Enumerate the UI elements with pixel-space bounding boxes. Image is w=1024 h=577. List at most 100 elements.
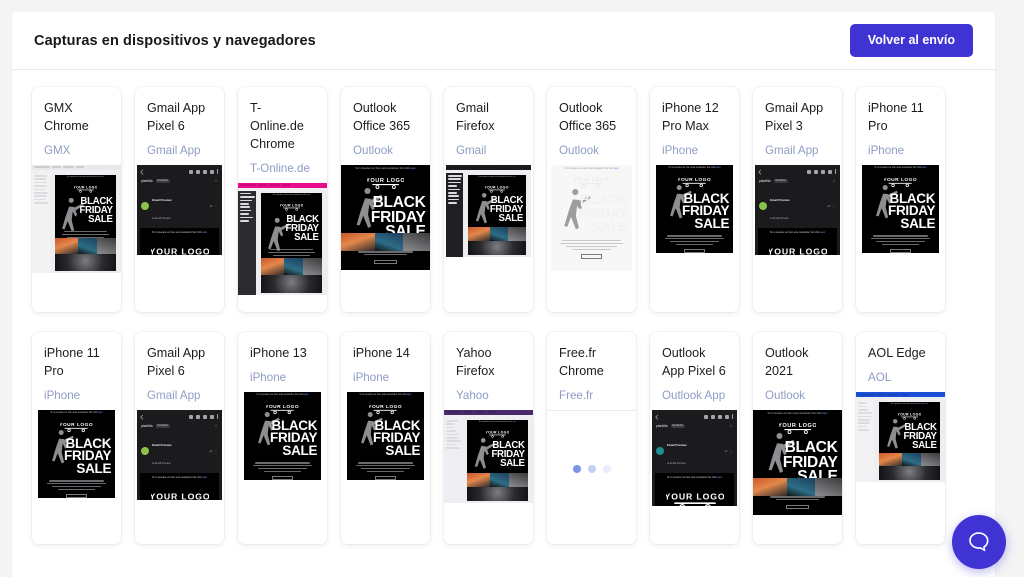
screenshot-preview-image: plantilla Recibidos ☆ Email Preview to Ema… (753, 165, 842, 255)
screenshot-card-client: T-Online.de (250, 161, 315, 177)
screenshot-preview-image: Si no puedes ver bien esta newsletter ha… (753, 410, 842, 515)
help-chat-widget-button[interactable] (952, 515, 1006, 569)
screenshot-preview-image: Si no puedes ver bien esta newsletter ha… (238, 183, 327, 295)
svg-text:YOUR LOGO: YOUR LOGO (280, 203, 303, 207)
screenshots-panel: Capturas en dispositivos y navegadores V… (12, 12, 995, 577)
screenshot-card[interactable]: iPhone 14 iPhone Si no puedes ver bien es… (341, 332, 430, 544)
screenshot-card-preview[interactable]: Si no puedes ver bien esta newsletter ha… (32, 165, 121, 312)
screenshot-card-title: Gmail Firefox (456, 100, 521, 136)
screenshot-card[interactable]: GMX Chrome GMX Si no puedes ver bien esta… (32, 87, 121, 312)
screenshot-card-title: T-Online.de Chrome (250, 100, 315, 154)
screenshot-preview-image: Si no puedes ver bien esta newsletter ha… (856, 392, 945, 482)
screenshot-card-preview[interactable] (547, 410, 636, 544)
screenshot-card-title: Yahoo Firefox (456, 345, 521, 381)
back-to-campaign-button[interactable]: Volver al envío (850, 24, 973, 57)
screenshot-card-preview[interactable]: Si no puedes ver bien esta newsletter ha… (856, 165, 945, 312)
screenshot-card-title: iPhone 12 Pro Max (662, 100, 727, 136)
screenshot-card-preview[interactable]: Si no puedes ver bien esta newsletter ha… (32, 410, 121, 544)
screenshot-card-header: iPhone 11 Pro iPhone (32, 332, 121, 410)
screenshot-card[interactable]: Gmail Firefox Gmail Si no puedes ver bien… (444, 87, 533, 312)
screenshot-card-preview[interactable]: plantilla Recibidos ☆ Email Preview to Ema… (135, 410, 224, 544)
screenshot-card-title: AOL Edge (868, 345, 933, 363)
screenshot-card-preview[interactable]: Si no puedes ver bien esta newsletter ha… (444, 165, 533, 312)
svg-text:YOUR LOGO: YOUR LOGO (74, 185, 97, 189)
screenshot-card-client: Outlook (353, 143, 418, 159)
screenshot-preview-image: plantilla Recibidos ☆ Email Preview to Ema… (650, 410, 739, 506)
screenshot-card-header: Gmail App Pixel 3 Gmail App (753, 87, 842, 165)
screenshot-card[interactable]: Gmail App Pixel 6 Gmail App plantilla Reci… (135, 87, 224, 312)
svg-text:YOUR LOGO: YOUR LOGO (898, 412, 921, 416)
screenshot-card-preview[interactable]: Si no puedes ver bien esta newsletter ha… (341, 392, 430, 544)
screenshot-card[interactable]: Outlook 2021 Outlook Si no puedes ver bie… (753, 332, 842, 544)
screenshot-card-client: Free.fr (559, 388, 624, 404)
panel-header: Capturas en dispositivos y navegadores V… (12, 12, 995, 70)
screenshot-card-client: Gmail App (147, 143, 212, 159)
svg-text:YOUR LOGO: YOUR LOGO (574, 177, 608, 183)
svg-text:YOUR LOGO: YOUR LOGO (678, 177, 710, 183)
screenshot-card-client: Gmail (456, 143, 521, 159)
screenshot-card[interactable]: Outlook Office 365 Outlook Si no puedes v… (341, 87, 430, 312)
screenshot-card[interactable]: Outlook App Pixel 6 Outlook App plantilla… (650, 332, 739, 544)
screenshot-card-client: iPhone (868, 143, 933, 159)
screenshot-card-title: Outlook Office 365 (559, 100, 624, 136)
screenshot-preview-image: Si no puedes ver bien esta newsletter ha… (238, 392, 327, 480)
screenshot-card[interactable]: iPhone 13 iPhone Si no puedes ver bien es… (238, 332, 327, 544)
screenshot-card[interactable]: AOL Edge AOL Si no puedes ver bien esta n… (856, 332, 945, 544)
screenshot-card-preview[interactable]: Si no puedes ver bien esta newsletter ha… (238, 392, 327, 544)
screenshot-card-header: Outlook Office 365 Outlook (341, 87, 430, 165)
screenshot-card-header: Outlook App Pixel 6 Outlook App (650, 332, 739, 410)
screenshot-card[interactable]: iPhone 11 Pro iPhone Si no puedes ver bie… (32, 332, 121, 544)
screenshot-preview-image: Si no puedes ver bien esta newsletter ha… (856, 165, 945, 253)
screenshot-card-preview[interactable]: Si no puedes ver bien esta newsletter ha… (444, 410, 533, 544)
screenshot-card-client: iPhone (353, 370, 418, 386)
screenshot-card-title: iPhone 13 (250, 345, 315, 363)
screenshot-card[interactable]: Outlook Office 365 Outlook Si no puedes v… (547, 87, 636, 312)
screenshot-card-preview[interactable]: Si no puedes ver bien esta newsletter ha… (238, 183, 327, 312)
screenshot-card-preview[interactable]: Si no puedes ver bien esta newsletter ha… (341, 165, 430, 312)
screenshot-preview-image: Si no puedes ver bien esta newsletter ha… (444, 165, 533, 257)
svg-text:YOUR LOGO: YOUR LOGO (367, 178, 404, 184)
screenshot-preview-image: plantilla Recibidos ☆ Email Preview to Ema… (135, 165, 224, 255)
screenshot-row-2: iPhone 11 Pro iPhone Si no puedes ver bie… (32, 332, 975, 544)
screenshot-preview-image: Si no puedes ver bien esta newsletter ha… (32, 410, 121, 498)
screenshot-card-client: Yahoo (456, 388, 521, 404)
screenshot-preview-image: Si no puedes ver bien esta newsletter ha… (444, 410, 533, 503)
screenshot-card[interactable]: Gmail App Pixel 6 Gmail App plantilla Reci… (135, 332, 224, 544)
screenshot-card-preview[interactable]: plantilla Recibidos ☆ Email Preview to Ema… (135, 165, 224, 312)
screenshot-card-header: Gmail App Pixel 6 Gmail App (135, 87, 224, 165)
screenshot-row-1: GMX Chrome GMX Si no puedes ver bien esta… (32, 87, 975, 312)
screenshot-card-client: Outlook (559, 143, 624, 159)
screenshot-card-header: Gmail App Pixel 6 Gmail App (135, 332, 224, 410)
screenshot-card[interactable]: iPhone 11 Pro iPhone Si no puedes ver bie… (856, 87, 945, 312)
screenshot-card-preview[interactable]: Si no puedes ver bien esta newsletter ha… (753, 410, 842, 544)
svg-text:YOUR LOGO: YOUR LOGO (266, 404, 298, 410)
screenshot-card[interactable]: T-Online.de Chrome T-Online.de Si no pued… (238, 87, 327, 312)
screenshot-card-preview[interactable]: Si no puedes ver bien esta newsletter ha… (547, 165, 636, 312)
screenshot-card-header: GMX Chrome GMX (32, 87, 121, 165)
svg-text:YOUR LOGO: YOUR LOGO (369, 404, 401, 410)
screenshot-preview-image: plantilla Recibidos ☆ Email Preview to Ema… (135, 410, 224, 500)
screenshot-preview-image (547, 410, 636, 530)
screenshot-card-preview[interactable]: plantilla Recibidos ☆ Email Preview to Ema… (650, 410, 739, 544)
screenshot-card-client: Gmail App (147, 388, 212, 404)
screenshot-card-preview[interactable]: Si no puedes ver bien esta newsletter ha… (856, 392, 945, 544)
svg-text:YOUR LOGO: YOUR LOGO (779, 423, 816, 429)
screenshot-card[interactable]: Yahoo Firefox Yahoo Si no puedes ver bien… (444, 332, 533, 544)
screenshot-card-title: Outlook Office 365 (353, 100, 418, 136)
screenshot-card-title: Free.fr Chrome (559, 345, 624, 381)
screenshot-card-header: iPhone 14 iPhone (341, 332, 430, 392)
screenshot-card[interactable]: Free.fr Chrome Free.fr (547, 332, 636, 544)
screenshot-card-client: iPhone (44, 388, 109, 404)
screenshot-card-title: GMX Chrome (44, 100, 109, 136)
screenshot-card-preview[interactable]: plantilla Recibidos ☆ Email Preview to Ema… (753, 165, 842, 312)
screenshot-card-header: iPhone 12 Pro Max iPhone (650, 87, 739, 165)
screenshot-card[interactable]: Gmail App Pixel 3 Gmail App plantilla Reci… (753, 87, 842, 312)
screenshot-card-header: Free.fr Chrome Free.fr (547, 332, 636, 410)
screenshot-card-header: Yahoo Firefox Yahoo (444, 332, 533, 410)
screenshot-card-title: Outlook App Pixel 6 (662, 345, 727, 381)
svg-text:YOUR LOGO: YOUR LOGO (151, 492, 209, 501)
screenshot-card-header: T-Online.de Chrome T-Online.de (238, 87, 327, 183)
screenshot-card[interactable]: iPhone 12 Pro Max iPhone Si no puedes ver… (650, 87, 739, 312)
screenshot-grid: GMX Chrome GMX Si no puedes ver bien esta… (12, 70, 995, 544)
screenshot-card-preview[interactable]: Si no puedes ver bien esta newsletter ha… (650, 165, 739, 312)
